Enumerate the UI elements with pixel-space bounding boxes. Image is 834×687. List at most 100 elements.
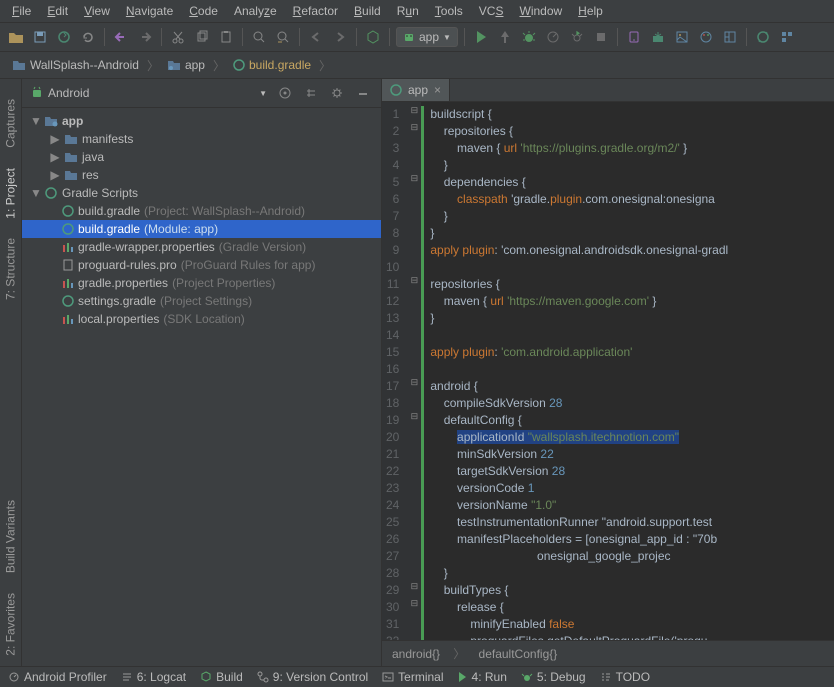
menu-edit[interactable]: Edit [39,2,76,20]
project-view-mode[interactable]: Android [48,86,89,100]
menu-code[interactable]: Code [181,2,226,20]
menu-run[interactable]: Run [389,2,427,20]
back-icon[interactable] [306,27,326,47]
tool-terminal[interactable]: Terminal [382,670,443,684]
save-icon[interactable] [30,27,50,47]
menu-vcs[interactable]: VCS [471,2,512,20]
menu-window[interactable]: Window [511,2,570,20]
forward-icon[interactable] [330,27,350,47]
gear-icon[interactable] [327,83,347,103]
crumb-module-label: app [185,58,205,72]
menu-navigate[interactable]: Navigate [118,2,181,20]
attach-icon[interactable] [567,27,587,47]
crumb-file[interactable]: build.gradle [229,56,315,74]
left-tab-favorites[interactable]: 2: Favorites [0,583,21,666]
run-config-selector[interactable]: app ▼ [396,27,458,47]
find-icon[interactable] [249,27,269,47]
left-tab-variants[interactable]: Build Variants [0,490,21,583]
editor-tabs: app × [382,79,834,102]
tool-logcat[interactable]: 6: Logcat [121,670,186,684]
tree-java[interactable]: ▶java [22,148,381,166]
menu-help[interactable]: Help [570,2,611,20]
open-icon[interactable] [6,27,26,47]
debug-icon[interactable] [519,27,539,47]
chevron-right-icon: 〉 [319,57,331,74]
project-panel: Android ▼ ▼app ▶manifests ▶java ▶res ▼Gr… [22,79,382,666]
project-panel-header: Android ▼ [22,79,381,108]
tree-settings[interactable]: settings.gradle (Project Settings) [22,292,381,310]
copy-icon[interactable] [192,27,212,47]
sync-icon[interactable] [54,27,74,47]
code-breadcrumb: android{} 〉 defaultConfig{} [382,640,834,666]
run-icon[interactable] [471,27,491,47]
avd-icon[interactable] [624,27,644,47]
bottom-tool-bar: Android Profiler 6: Logcat Build 9: Vers… [0,666,834,687]
stop-icon[interactable] [591,27,611,47]
redo-icon[interactable] [135,27,155,47]
code-content[interactable]: buildscript { repositories { maven { url… [421,102,834,640]
run-config-label: app [419,30,439,44]
tree-manifests[interactable]: ▶manifests [22,130,381,148]
tool-run[interactable]: 4: Run [458,670,507,684]
chevron-right-icon: 〉 [453,647,465,661]
tree-res[interactable]: ▶res [22,166,381,184]
tool-build[interactable]: Build [200,670,243,684]
tree-build-module[interactable]: build.gradle (Module: app) [22,220,381,238]
project-tree[interactable]: ▼app ▶manifests ▶java ▶res ▼Gradle Scrip… [22,108,381,666]
collapse-icon[interactable] [301,83,321,103]
tree-wrapper-props[interactable]: gradle-wrapper.properties (Gradle Versio… [22,238,381,256]
build-icon[interactable] [363,27,383,47]
chevron-right-icon: 〉 [213,57,225,74]
menu-view[interactable]: View [76,2,118,20]
resource-icon[interactable] [672,27,692,47]
tool-vcs[interactable]: 9: Version Control [257,670,368,684]
undo-icon[interactable] [111,27,131,47]
left-tab-structure[interactable]: 7: Structure [0,228,21,310]
menu-file[interactable]: File [4,2,39,20]
crumb-project[interactable]: WallSplash--Android [8,56,143,74]
menu-analyze[interactable]: Analyze [226,2,285,20]
scroll-from-icon[interactable] [275,83,295,103]
folder-icon [12,59,26,71]
menu-tools[interactable]: Tools [427,2,471,20]
tool-todo[interactable]: TODO [600,670,650,684]
theme-icon[interactable] [696,27,716,47]
hide-icon[interactable] [353,83,373,103]
menu-build[interactable]: Build [346,2,389,20]
tree-local-props[interactable]: local.properties (SDK Location) [22,310,381,328]
code-crumb-default[interactable]: defaultConfig{} [479,647,558,661]
apply-changes-icon[interactable] [495,27,515,47]
fold-gutter[interactable]: ⊟⊟⊟⊟⊟⊟⊟⊟ [407,102,421,640]
crumb-file-label: build.gradle [249,58,311,72]
tree-proguard[interactable]: proguard-rules.pro (ProGuard Rules for a… [22,256,381,274]
editor-pane: app × 1234567891011121314151617181920212… [382,79,834,666]
tool-profiler[interactable]: Android Profiler [8,670,107,684]
main-toolbar: app ▼ [0,23,834,52]
close-icon[interactable]: × [434,83,441,97]
editor-tab-app[interactable]: app × [382,79,450,101]
layout-icon[interactable] [720,27,740,47]
gradle-icon [390,84,402,96]
dropdown-icon[interactable]: ▼ [259,89,267,98]
menu-refactor[interactable]: Refactor [285,2,346,20]
code-editor[interactable]: 1234567891011121314151617181920212223242… [382,102,834,640]
left-tab-project[interactable]: 1: Project [0,158,21,229]
replace-icon[interactable] [273,27,293,47]
tree-app[interactable]: ▼app [22,112,381,130]
tool-debug[interactable]: 5: Debug [521,670,586,684]
tree-gradle-scripts[interactable]: ▼Gradle Scripts [22,184,381,202]
code-crumb-android[interactable]: android{} [392,647,440,661]
left-tab-captures[interactable]: Captures [0,89,21,158]
profile-icon[interactable] [543,27,563,47]
paste-icon[interactable] [216,27,236,47]
structure-icon[interactable] [777,27,797,47]
sdk-icon[interactable] [648,27,668,47]
tree-build-project[interactable]: build.gradle (Project: WallSplash--Andro… [22,202,381,220]
refresh-icon[interactable] [78,27,98,47]
crumb-module[interactable]: app [163,56,209,74]
gradle-sync-icon[interactable] [753,27,773,47]
cut-icon[interactable] [168,27,188,47]
gradle-icon [233,59,245,71]
tree-gradle-props[interactable]: gradle.properties (Project Properties) [22,274,381,292]
menu-bar: File Edit View Navigate Code Analyze Ref… [0,0,834,23]
